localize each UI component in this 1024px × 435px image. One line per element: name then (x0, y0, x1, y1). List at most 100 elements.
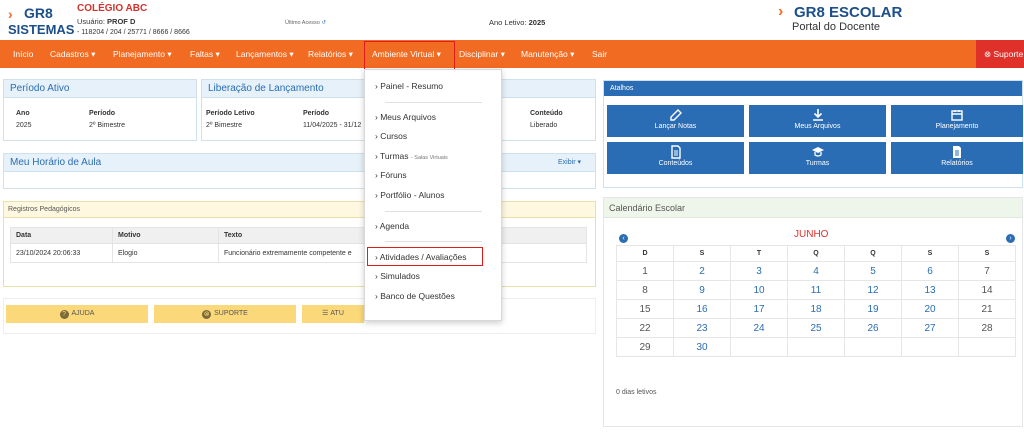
lancar-notas-button[interactable]: Lançar Notas (607, 105, 744, 137)
calendar-day[interactable]: 11 (787, 280, 845, 300)
calendar-day[interactable]: 24 (730, 318, 788, 338)
user-codes: - 118204 / 204 / 25771 / 8666 / 8666 (77, 29, 190, 36)
menu-divider (385, 102, 482, 103)
chevron-down-icon: ▾ (577, 159, 581, 166)
calendar-grid: DSTQQSS 1 2 3 4 5 6 7 8 9 10 11 12 13 14 15 16 17 18 19 20 2… (616, 245, 1016, 357)
suporte-bottom-button[interactable]: ⊗ SUPORTE (154, 305, 296, 323)
next-month-icon[interactable]: › (1006, 234, 1015, 243)
turmas-button[interactable]: Turmas (749, 142, 886, 174)
nav-inicio[interactable]: Início (13, 40, 33, 68)
menu-item-foruns[interactable]: › Fóruns (375, 170, 407, 180)
download-icon (812, 109, 823, 121)
calendar-day[interactable]: 22 (616, 318, 674, 338)
edit-icon (669, 109, 682, 121)
calendar-day[interactable]: 4 (787, 261, 845, 281)
calendar-day[interactable]: 27 (901, 318, 959, 338)
nav-faltas[interactable]: Faltas ▾ (190, 40, 220, 68)
ambiente-virtual-dropdown: › Painel - Resumo › Meus Arquivos › Curs… (364, 69, 502, 321)
column-header: Data (10, 227, 113, 244)
periodo-ativo-panel: Período Ativo Ano 2025 Período 2º Bimest… (3, 79, 197, 141)
calendar-day[interactable]: 10 (730, 280, 788, 300)
weekday-header: S (901, 245, 959, 262)
weekday-header: D (616, 245, 674, 262)
calendar-day[interactable]: 28 (958, 318, 1016, 338)
calendar-day[interactable]: 2 (673, 261, 731, 281)
ajuda-button[interactable]: ? AJUDA (6, 305, 148, 323)
user-name: PROF D (107, 17, 136, 26)
report-icon (953, 146, 961, 158)
weekday-header: Q (787, 245, 845, 262)
calendar-day[interactable]: 1 (616, 261, 674, 281)
menu-divider (385, 241, 482, 242)
logo-text: SISTEMAS (8, 22, 75, 37)
atualizar-button[interactable]: ☰ ATU (302, 305, 364, 323)
header: › GR8 SISTEMAS COLÉGIO ABC Usuário: PROF… (0, 0, 1024, 40)
calendar-day[interactable]: 5 (844, 261, 902, 281)
calendar-day[interactable]: 25 (787, 318, 845, 338)
calendar-day[interactable]: 8 (616, 280, 674, 300)
weekday-header: S (673, 245, 731, 262)
calendar-day[interactable]: 13 (901, 280, 959, 300)
lifebuoy-icon: ⊗ (984, 49, 992, 59)
calendario-panel: Calendário Escolar ‹ JUNHO › DSTQQSS 123… (603, 197, 1023, 427)
calendar-day[interactable]: 3 (730, 261, 788, 281)
calendar-day[interactable]: 7 (958, 261, 1016, 281)
calendar-day[interactable]: 26 (844, 318, 902, 338)
nav-sair[interactable]: Sair (592, 40, 607, 68)
menu-item-painel[interactable]: › Painel - Resumo (375, 81, 443, 91)
panel-title: Período Ativo (4, 80, 196, 98)
ultimo-acesso[interactable]: Último Acesso ↺ (285, 20, 326, 26)
menu-item-turmas[interactable]: › Turmas - Salas Virtuais (375, 151, 448, 161)
menu-item-meus-arquivos[interactable]: › Meus Arquivos (375, 112, 436, 122)
calendar-day[interactable]: 23 (673, 318, 731, 338)
weekday-header: S (958, 245, 1016, 262)
panel-title: Calendário Escolar (604, 198, 1022, 218)
menu-item-simulados[interactable]: › Simulados (375, 271, 420, 281)
weekday-header: Q (844, 245, 902, 262)
meus-arquivos-button[interactable]: Meus Arquivos (749, 105, 886, 137)
nav-lancamentos[interactable]: Lançamentos ▾ (236, 40, 294, 68)
calendar-day[interactable]: 17 (730, 299, 788, 319)
nav-manutencao[interactable]: Manutenção ▾ (521, 40, 574, 68)
logo-text: GR8 (24, 5, 53, 21)
menu-item-banco-questoes[interactable]: › Banco de Questões (375, 291, 455, 301)
panel-title: Registros Pedagógicos (4, 202, 595, 218)
menu-item-agenda[interactable]: › Agenda (375, 221, 409, 231)
planejamento-button[interactable]: Planejamento (891, 105, 1023, 137)
suporte-button[interactable]: ⊗ Suporte (976, 40, 1024, 68)
calendar-day[interactable]: 30 (673, 337, 731, 357)
calendar-day[interactable]: 16 (673, 299, 731, 319)
ano-letivo: Ano Letivo: 2025 (489, 18, 546, 27)
calendar-icon (951, 110, 963, 121)
menu-item-portfolio[interactable]: › Portfólio - Alunos (375, 190, 444, 200)
nav-cadastros[interactable]: Cadastros ▾ (50, 40, 95, 68)
calendar-day[interactable]: 14 (958, 280, 1016, 300)
relatorios-button[interactable]: Relatórios (891, 142, 1023, 174)
calendar-day[interactable]: 20 (901, 299, 959, 319)
calendar-day[interactable]: 15 (616, 299, 674, 319)
exibir-toggle[interactable]: Exibir ▾ (558, 154, 581, 172)
chevron-logo-icon: › (8, 6, 13, 22)
calendar-day[interactable]: 6 (901, 261, 959, 281)
conteudos-button[interactable]: Conteúdos (607, 142, 744, 174)
calendar-day[interactable]: 29 (616, 337, 674, 357)
calendar-day[interactable]: 18 (787, 299, 845, 319)
chevron-logo-icon: › (778, 3, 784, 20)
nav-planejamento[interactable]: Planejamento ▾ (113, 40, 172, 68)
gr8-sistemas-logo[interactable]: › GR8 SISTEMAS (6, 2, 74, 38)
calendar-day (958, 337, 1016, 357)
logo-text: GR8 ESCOLAR (794, 4, 903, 21)
calendar-day[interactable]: 12 (844, 280, 902, 300)
question-icon: ? (59, 310, 69, 319)
calendar-day[interactable]: 19 (844, 299, 902, 319)
nav-disciplinar[interactable]: Disciplinar ▾ (459, 40, 505, 68)
calendar-day[interactable]: 21 (958, 299, 1016, 319)
nav-relatorios[interactable]: Relatórios ▾ (308, 40, 353, 68)
dias-letivos: 0 dias letivos (616, 389, 657, 396)
calendar-day (901, 337, 959, 357)
menu-item-cursos[interactable]: › Cursos (375, 131, 407, 141)
graduation-cap-icon (811, 147, 824, 157)
highlight-box (364, 41, 455, 71)
calendar-day[interactable]: 9 (673, 280, 731, 300)
prev-month-icon[interactable]: ‹ (619, 234, 628, 243)
